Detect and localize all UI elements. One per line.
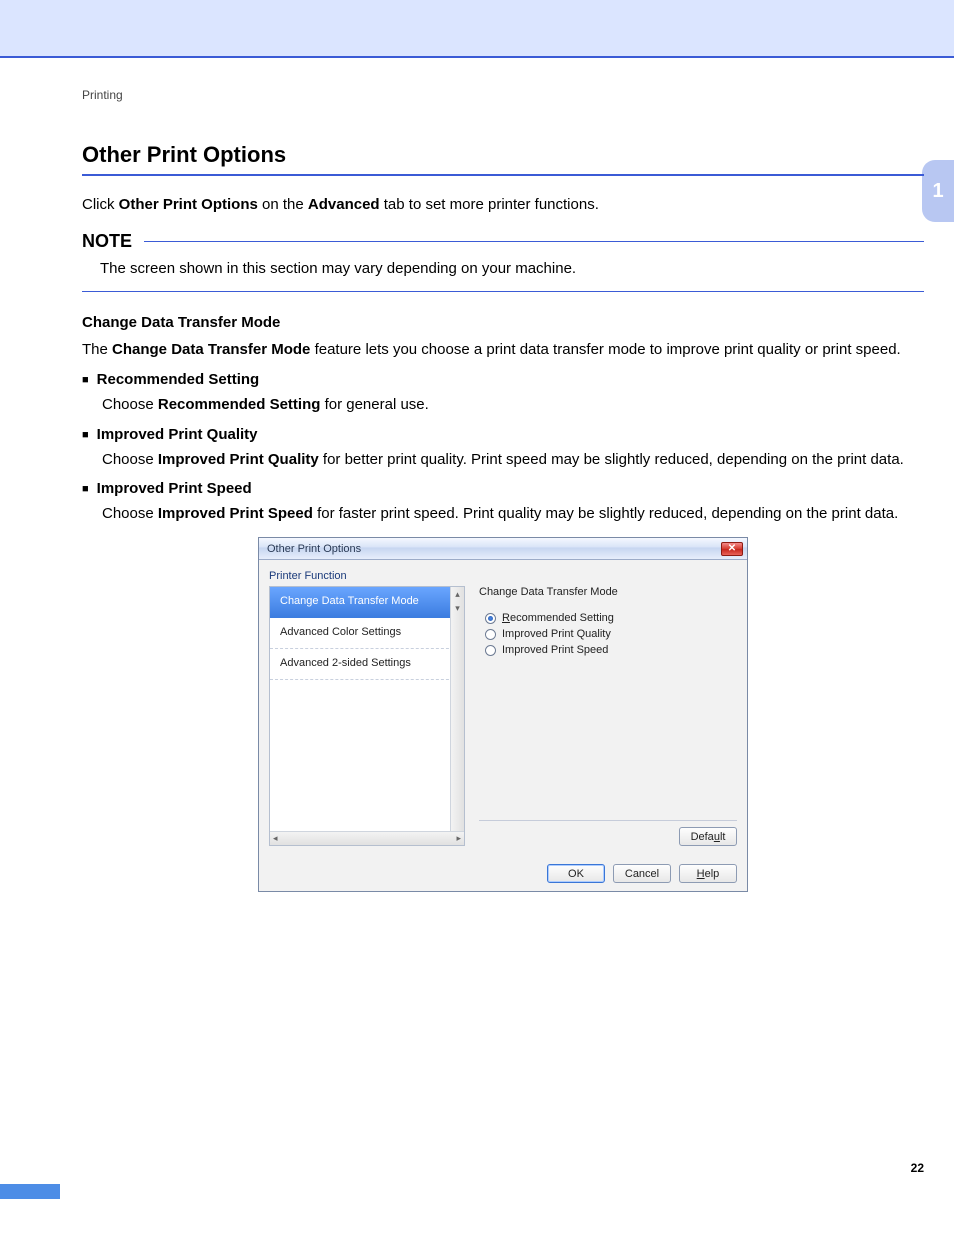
list-item[interactable]: Advanced 2-sided Settings [270,649,464,680]
scroll-down-icon: ▾ [451,601,464,615]
intro-paragraph: Click Other Print Options on the Advance… [82,194,924,215]
option-item: Recommended Setting Choose Recommended Se… [82,371,924,416]
radio-group-transfer-mode: Recommended Setting Improved Print Qualit… [479,608,737,660]
option-desc: Choose Recommended Setting for general u… [102,394,924,416]
function-listbox[interactable]: Change Data Transfer ModeAdvanced Color … [269,586,465,846]
radio-icon [485,613,496,624]
note-rule-bottom [82,291,924,292]
cancel-button[interactable]: Cancel [613,864,671,883]
note-label: NOTE [82,231,132,252]
note-body: The screen shown in this section may var… [82,252,924,291]
scroll-right-icon: ▸ [456,833,461,844]
close-icon: ✕ [728,544,736,554]
option-title: Recommended Setting [82,371,924,388]
radio-option[interactable]: Improved Print Speed [485,644,737,656]
scroll-left-icon: ◂ [273,833,278,844]
page-number: 22 [911,1161,924,1175]
group-label: Printer Function [269,570,737,582]
option-title: Improved Print Quality [82,426,924,443]
list-item[interactable]: Change Data Transfer Mode [270,587,464,618]
list-item[interactable]: Advanced Color Settings [270,618,464,649]
radio-label: Improved Print Quality [502,628,611,640]
panel-divider [479,820,737,821]
radio-option[interactable]: Recommended Setting [485,612,737,624]
option-item: Improved Print Quality Choose Improved Pr… [82,426,924,471]
close-button[interactable]: ✕ [721,542,743,556]
option-desc: Choose Improved Print Speed for faster p… [102,503,924,525]
running-head: Printing [82,88,924,102]
panel-title: Change Data Transfer Mode [479,586,737,598]
subsection-desc: The Change Data Transfer Mode feature le… [82,339,924,361]
section-heading: Other Print Options [82,142,924,176]
scrollbar-horizontal[interactable]: ◂ ▸ [270,831,464,845]
scroll-up-icon: ▴ [451,587,464,601]
radio-icon [485,629,496,640]
help-button[interactable]: Help [679,864,737,883]
option-list: Recommended Setting Choose Recommended Se… [82,371,924,525]
dialog-title: Other Print Options [267,543,361,555]
footer-accent-bar [0,1184,60,1199]
default-button[interactable]: Default [679,827,737,846]
option-desc: Choose Improved Print Quality for better… [102,449,924,471]
ok-button[interactable]: OK [547,864,605,883]
note-rule-top [144,241,924,242]
radio-label: Improved Print Speed [502,644,608,656]
subsection-heading: Change Data Transfer Mode [82,314,924,331]
dialog-other-print-options: Other Print Options ✕ Printer Function C… [258,537,748,892]
radio-option[interactable]: Improved Print Quality [485,628,737,640]
note-block: NOTE The screen shown in this section ma… [82,231,924,292]
radio-label: Recommended Setting [502,612,614,624]
option-title: Improved Print Speed [82,480,924,497]
option-item: Improved Print Speed Choose Improved Prin… [82,480,924,525]
scrollbar-vertical[interactable]: ▴ ▾ [450,587,464,831]
radio-icon [485,645,496,656]
top-band [0,0,954,58]
